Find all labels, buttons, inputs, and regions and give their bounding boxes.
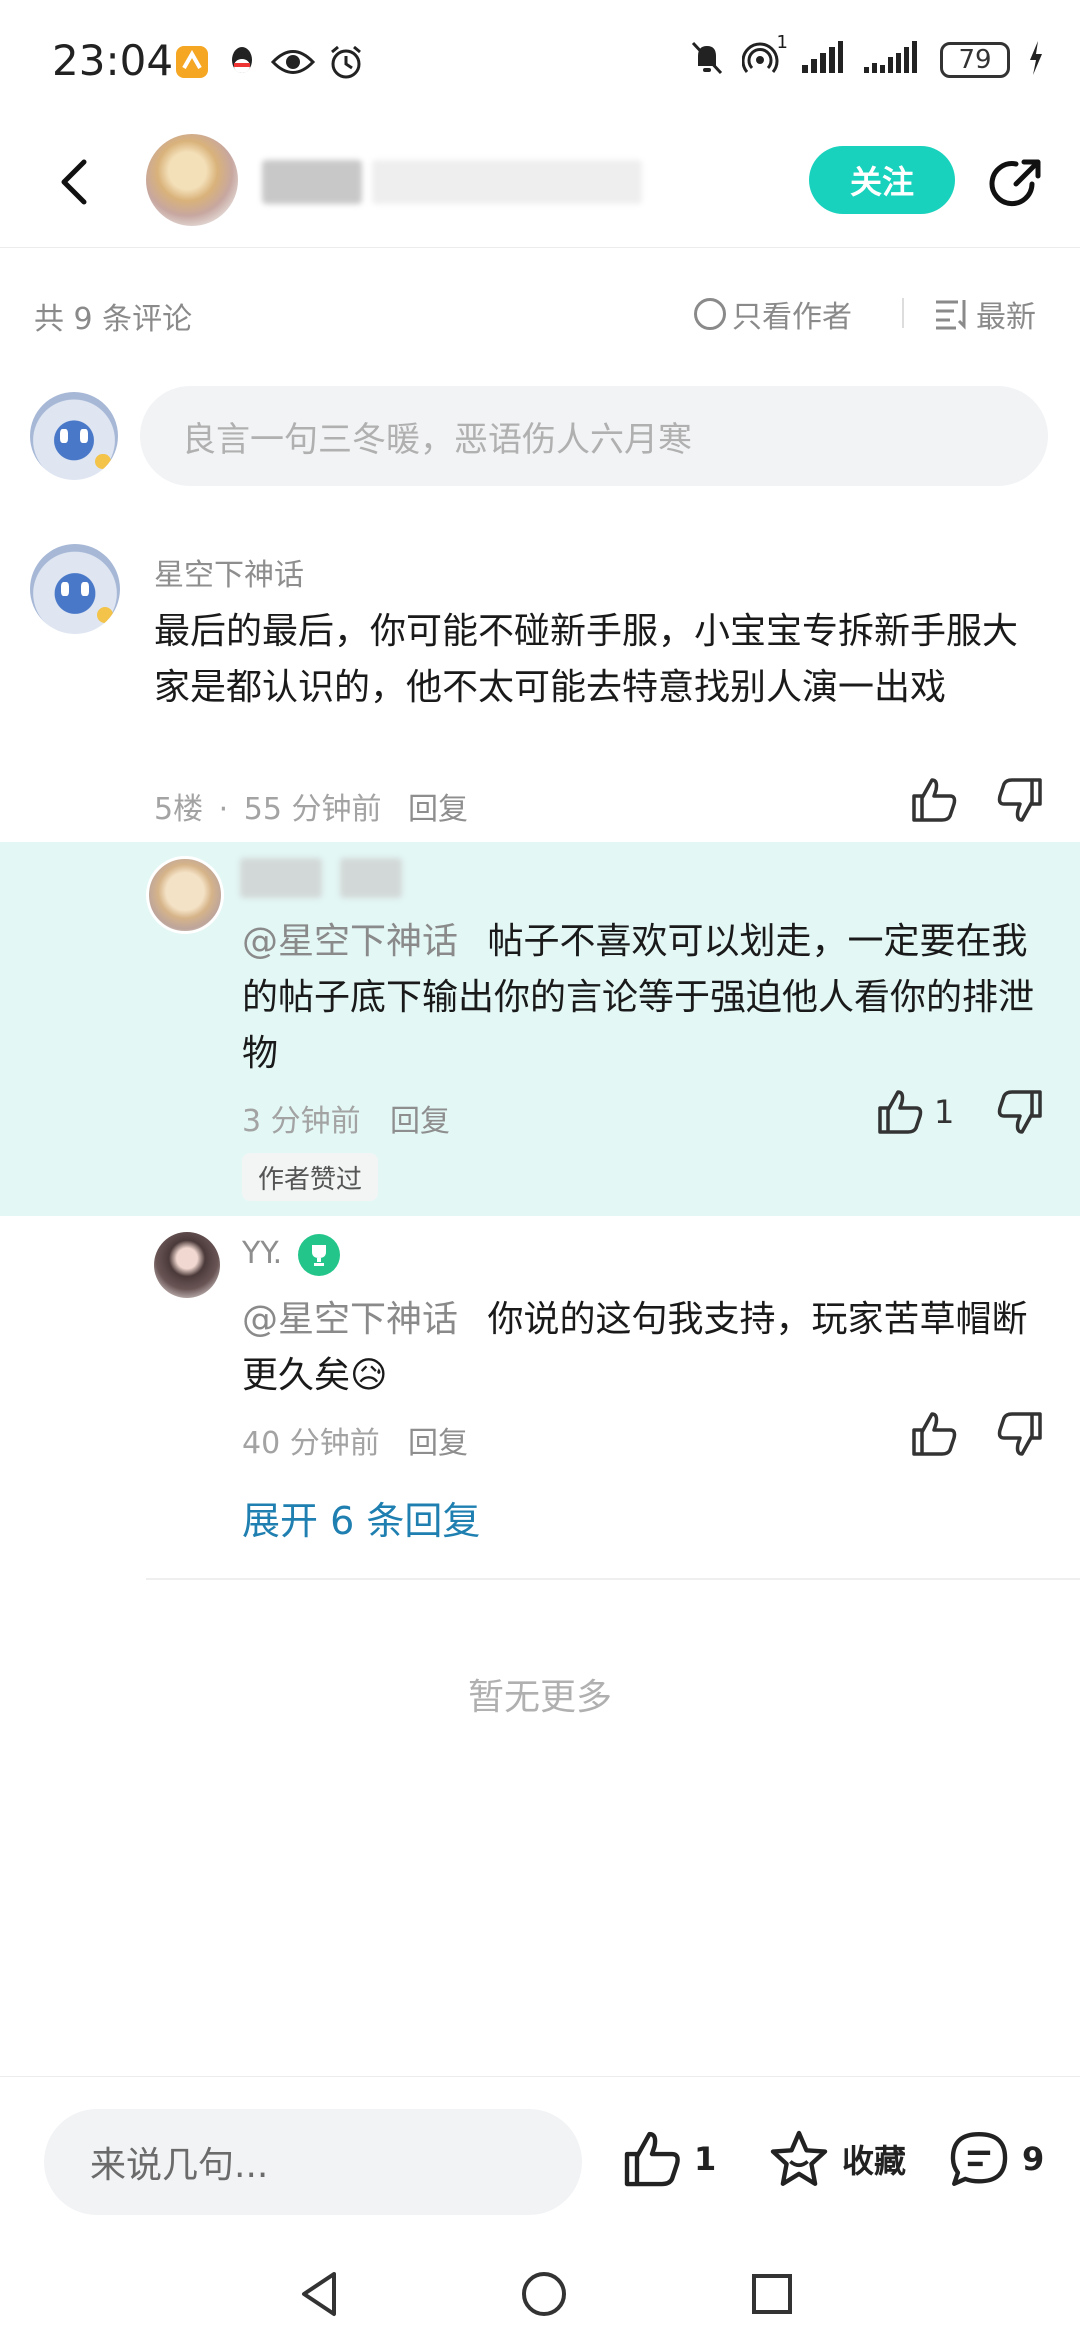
reply-like-count: 1	[934, 1093, 955, 1131]
comment-input-placeholder: 良言一句三冬暖，恶语伤人六月寒	[182, 419, 692, 460]
signal-label: 1	[776, 32, 788, 53]
collect-label: 收藏	[842, 2142, 907, 2180]
thumb-down-icon	[997, 778, 1042, 822]
follow-button[interactable]: 关注	[809, 146, 955, 214]
comment-time: 55 分钟前	[243, 792, 382, 827]
reply-reply-button[interactable]: 回复	[408, 1418, 468, 1462]
sort-button[interactable]: 最新	[934, 292, 1036, 336]
circle-home-icon	[522, 2272, 566, 2316]
reply-author-redacted	[240, 858, 322, 898]
nav-home-button[interactable]	[514, 2264, 574, 2324]
signal-icon	[862, 41, 922, 79]
status-right-group: 1 79	[690, 32, 1044, 80]
say-something-placeholder: 来说几句...	[90, 2145, 269, 2186]
bottom-action-bar: 来说几句... 1 收藏 9	[0, 2076, 1080, 2216]
sort-icon	[936, 300, 966, 330]
back-button[interactable]	[48, 152, 108, 212]
status-time: 23:04	[52, 36, 174, 85]
hotspot-icon: 1	[741, 32, 788, 80]
mute-icon	[690, 40, 724, 80]
comment-floor: 5楼	[154, 792, 204, 827]
no-more-text: 暂无更多	[467, 1677, 612, 1718]
alarm-icon	[326, 42, 366, 82]
author-name-redacted	[262, 160, 362, 204]
meta-separator: ·	[218, 792, 229, 827]
battery-icon: 79	[940, 42, 1010, 78]
my-avatar	[30, 392, 118, 480]
comment-reply-button[interactable]: 回复	[408, 784, 468, 828]
radio-circle-icon	[694, 298, 726, 330]
eye-icon	[270, 42, 316, 82]
reply-time: 3 分钟前	[242, 1104, 361, 1139]
chevron-left-icon	[61, 159, 87, 205]
post-header: 关注	[0, 120, 1080, 248]
battery-level: 79	[958, 45, 992, 75]
charging-icon	[1028, 41, 1044, 79]
only-author-toggle[interactable]: 只看作者	[694, 292, 852, 336]
page: 23:04 1 79 关注 共 9 条评论 只看作者 最新 良言一句三冬暖，恶语…	[0, 0, 1080, 2334]
comments-count: 9	[1022, 2140, 1045, 2178]
comment-divider	[146, 1578, 1080, 1580]
commenter-avatar[interactable]	[30, 544, 120, 634]
reply-mention[interactable]: @星空下神话	[242, 921, 458, 962]
status-bar: 23:04 1 79	[0, 0, 1080, 120]
thumb-up-icon	[912, 1412, 957, 1456]
app-notification-icon	[172, 42, 212, 82]
comment-text: 最后的最后，你可能不碰新手服，小宝宝专拆新手服大家是都认识的，他不太可能去特意找…	[154, 611, 1019, 708]
commenter-name[interactable]: 星空下神话	[154, 550, 304, 594]
collect-button[interactable]: 收藏	[768, 2129, 906, 2189]
reply-author-avatar[interactable]	[146, 856, 224, 934]
qq-icon	[222, 42, 262, 82]
expand-replies-link[interactable]: 展开 6 条回复	[242, 1490, 480, 1545]
author-liked-tag: 作者赞过	[242, 1153, 379, 1201]
post-like-count: 1	[694, 2140, 717, 2178]
thumb-down-icon	[997, 1412, 1042, 1456]
sort-label: 最新	[976, 300, 1036, 335]
thumb-up-icon	[878, 1090, 923, 1134]
reply-author-name[interactable]: YY.	[242, 1236, 282, 1271]
comment-meta: 5楼 · 55 分钟前	[154, 784, 381, 828]
comment-filter-bar: 共 9 条评论 只看作者 最新	[0, 280, 1080, 346]
reply-reply-button[interactable]: 回复	[390, 1096, 450, 1140]
square-recents-icon	[752, 2274, 792, 2314]
like-button[interactable]	[910, 776, 958, 824]
system-nav-bar	[0, 2250, 1080, 2334]
reply-mention[interactable]: @星空下神话	[242, 1299, 458, 1340]
reply-text: @星空下神话 帖子不喜欢可以划走，一定要在我的帖子底下输出你的言论等于强迫他人看…	[242, 914, 1042, 1082]
author-info-redacted	[372, 160, 642, 204]
thumb-up-icon	[912, 778, 957, 822]
comment-count: 共 9 条评论	[34, 302, 193, 337]
post-like-button[interactable]: 1	[622, 2129, 716, 2189]
comment-bubble-icon	[950, 2132, 1008, 2186]
share-icon	[989, 159, 1041, 207]
reply-author-tag-redacted	[340, 858, 402, 898]
thumb-up-icon	[624, 2131, 680, 2187]
reply-author-avatar[interactable]	[154, 1232, 220, 1298]
thumb-down-icon	[997, 1090, 1042, 1134]
only-author-label: 只看作者	[732, 300, 852, 335]
trophy-badge-icon	[298, 1234, 340, 1276]
comments-button[interactable]: 9	[948, 2129, 1044, 2189]
reply-dislike-button[interactable]	[996, 1088, 1044, 1136]
filter-divider	[902, 298, 904, 328]
dislike-button[interactable]	[996, 776, 1044, 824]
nav-back-button[interactable]	[290, 2264, 350, 2324]
star-icon	[770, 2130, 828, 2186]
reply-dislike-button[interactable]	[996, 1410, 1044, 1458]
share-button[interactable]	[986, 154, 1046, 214]
reply-text: @星空下神话 你说的这句我支持，玩家苦草帽断更久矣😥	[242, 1292, 1042, 1404]
author-avatar[interactable]	[146, 134, 238, 226]
comment-input[interactable]: 良言一句三冬暖，恶语伤人六月寒	[140, 386, 1048, 486]
reply-like-button[interactable]	[910, 1410, 958, 1458]
nav-recents-button[interactable]	[742, 2264, 802, 2324]
signal-icon	[800, 41, 844, 79]
reply-like-button[interactable]: 1	[876, 1088, 954, 1136]
say-something-input[interactable]: 来说几句...	[44, 2109, 582, 2215]
reply-time: 40 分钟前	[242, 1426, 380, 1461]
triangle-back-icon	[302, 2272, 336, 2316]
